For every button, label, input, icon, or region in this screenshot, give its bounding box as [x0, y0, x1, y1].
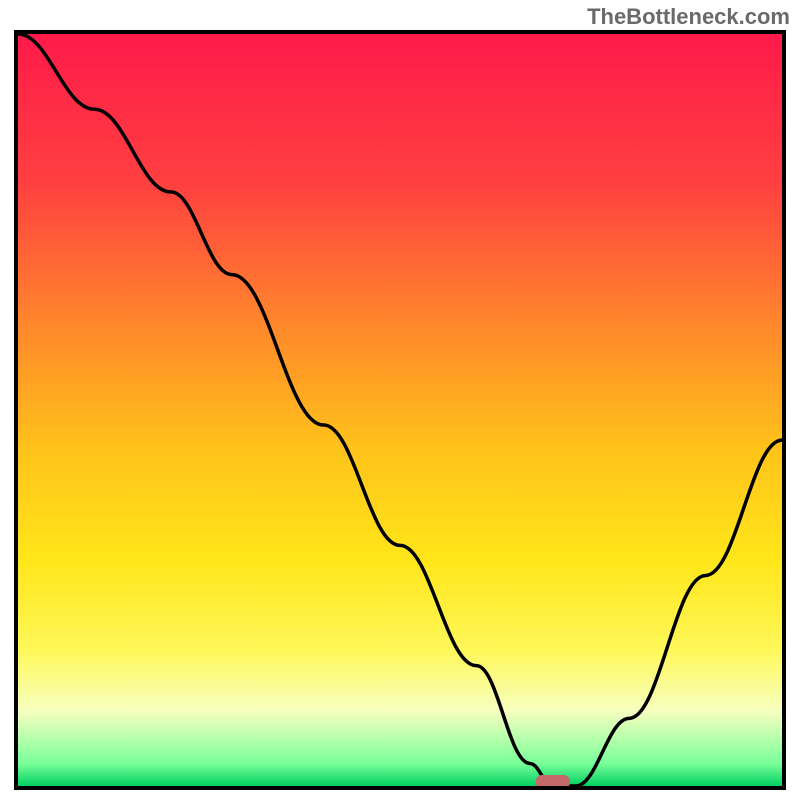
- gradient-background: [18, 34, 782, 786]
- watermark-label: TheBottleneck.com: [587, 4, 790, 30]
- marker-point: [536, 775, 570, 786]
- chart-frame: [14, 30, 786, 790]
- chart-svg: [18, 34, 782, 786]
- chart-container: TheBottleneck.com: [0, 0, 800, 800]
